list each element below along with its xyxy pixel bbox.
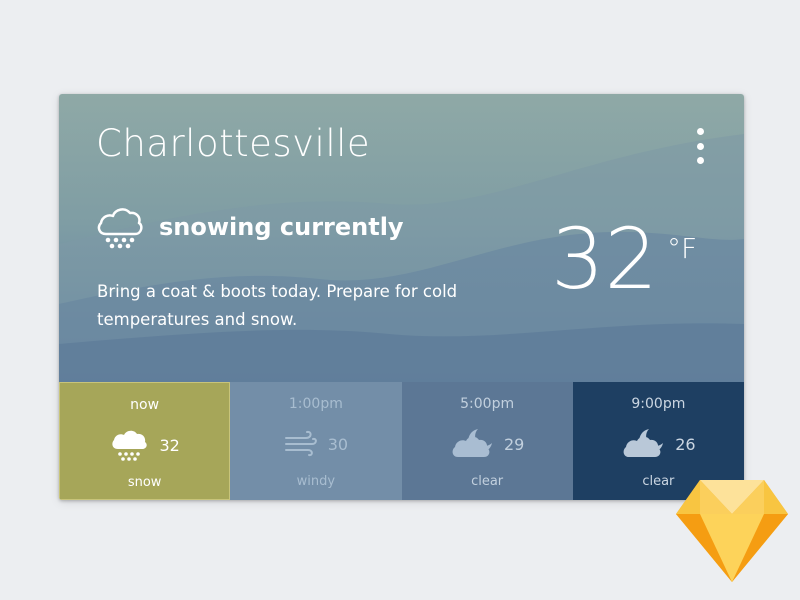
condition-advice: Bring a coat & boots today. Prepare for … (97, 282, 458, 329)
forecast-slot-now[interactable]: now 32 snow (59, 382, 231, 500)
forecast-temp: 29 (503, 434, 525, 454)
forecast-slot-5pm[interactable]: 5:00pm 29 clear (401, 382, 573, 500)
forecast-time: 5:00pm (460, 396, 515, 412)
city-name: Charlottesville (96, 122, 371, 165)
forecast-desc: snow (127, 475, 162, 490)
forecast-desc: clear (642, 474, 675, 489)
weather-hero: Charlottesville snowing currently Bring … (59, 94, 744, 382)
forecast-time: 1:00pm (288, 396, 343, 412)
forecast-temp: 32 (159, 435, 180, 455)
cloud-moon-icon (623, 429, 664, 457)
condition-label: snowing currently (159, 213, 404, 241)
forecast-slot-1pm[interactable]: 1:00pm 30 windy (230, 382, 402, 500)
temperature-unit: °F (667, 232, 698, 265)
forecast-desc: clear (471, 474, 504, 489)
wind-icon (284, 430, 317, 457)
forecast-temp: 26 (675, 434, 696, 454)
snow-cloud-icon (97, 208, 143, 249)
forecast-time: 9:00pm (631, 396, 686, 412)
hourly-forecast: now 32 snow 1:00pm 30 windy 5:00pm 29 cl… (59, 382, 744, 500)
snow-cloud-icon (112, 430, 148, 461)
cloud-moon-icon (452, 429, 492, 457)
weather-card: Charlottesville snowing currently Bring … (59, 94, 744, 500)
forecast-temp: 30 (327, 434, 349, 454)
more-vertical-icon[interactable] (691, 128, 709, 164)
current-temperature: 32 (551, 210, 658, 308)
forecast-time: now (130, 397, 160, 413)
sketch-logo-icon (676, 480, 788, 582)
forecast-desc: windy (296, 474, 336, 489)
